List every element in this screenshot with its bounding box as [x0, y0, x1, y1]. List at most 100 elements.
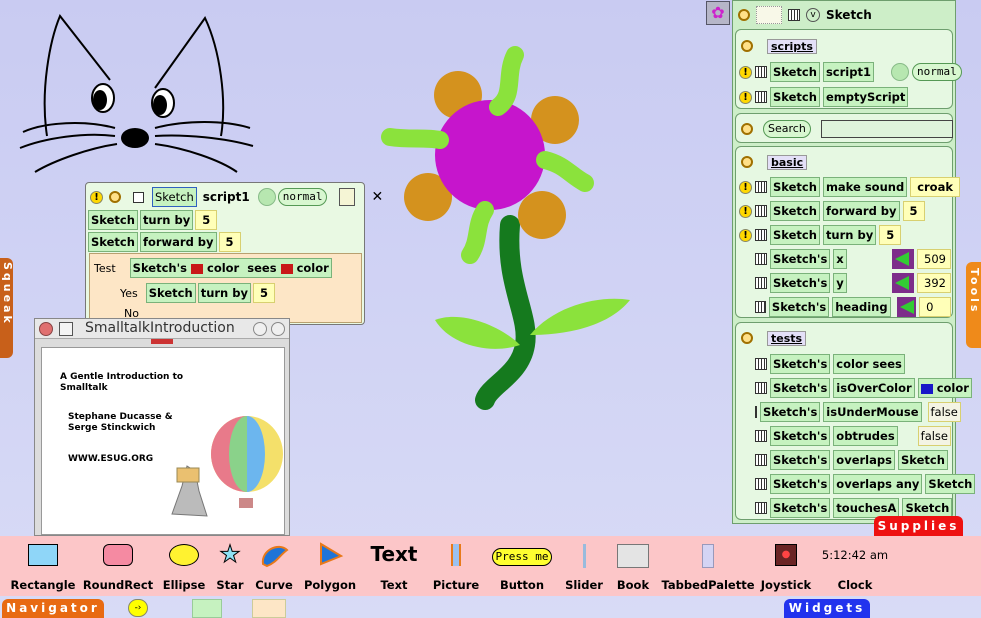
- tile-menu-icon[interactable]: [755, 358, 767, 370]
- run-once-button[interactable]: !: [90, 190, 103, 204]
- tile-menu-icon[interactable]: [755, 430, 767, 442]
- viewer-menu-icon[interactable]: [788, 9, 800, 21]
- checkbox[interactable]: [133, 191, 144, 203]
- arrow-button[interactable]: -›: [128, 599, 148, 617]
- viewer-script-mode[interactable]: normal: [911, 63, 962, 81]
- command-name[interactable]: turn by: [822, 225, 877, 245]
- supply-ellipse[interactable]: Ellipse: [163, 540, 205, 592]
- yes-value[interactable]: 5: [252, 283, 275, 303]
- property-value[interactable]: 0: [919, 297, 951, 317]
- tile-menu-icon[interactable]: [755, 229, 767, 241]
- flower-icon[interactable]: ✿: [706, 1, 730, 25]
- test-name[interactable]: color sees: [833, 354, 905, 374]
- supply-text[interactable]: Text Text: [368, 540, 420, 592]
- test-arg[interactable]: Sketch: [902, 498, 953, 518]
- test-object[interactable]: Sketch's: [770, 378, 831, 398]
- book-page[interactable]: A Gentle Introduction to Smalltalk Steph…: [41, 347, 285, 535]
- test-object[interactable]: Sketch's: [770, 474, 831, 494]
- basic-category[interactable]: basic ! Sketch make sound croak ! Sketch forw…: [735, 146, 960, 318]
- tools-flap[interactable]: Tools: [966, 262, 981, 348]
- yes-command[interactable]: turn by: [197, 283, 251, 303]
- script-owner-tile[interactable]: Sketch: [152, 187, 197, 207]
- test-arg[interactable]: Sketch: [925, 474, 976, 494]
- assign-arrow-icon[interactable]: [896, 297, 917, 317]
- viewer-script-name[interactable]: script1: [822, 62, 874, 82]
- test-name[interactable]: overlaps: [833, 450, 895, 470]
- beige-swatch[interactable]: [252, 599, 286, 618]
- command-object[interactable]: Sketch: [770, 225, 820, 245]
- clock-icon[interactable]: [890, 63, 909, 81]
- test-object[interactable]: Sketch's: [770, 450, 831, 470]
- book-menu-icon[interactable]: [59, 322, 73, 336]
- viewer-chevron-icon[interactable]: v: [806, 8, 820, 22]
- category-ring-icon[interactable]: [741, 156, 753, 168]
- test-name[interactable]: obtrudes: [833, 426, 898, 446]
- viewer-script-object[interactable]: Sketch: [770, 87, 820, 107]
- close-icon[interactable]: ✕: [371, 189, 383, 205]
- property-name[interactable]: y: [833, 273, 847, 293]
- supply-tabbedpalette[interactable]: TabbedPalette: [661, 540, 755, 592]
- book-window[interactable]: SmalltalkIntroduction A Gentle Introduct…: [34, 318, 290, 536]
- property-object[interactable]: Sketch's: [770, 249, 831, 269]
- property-value[interactable]: 509: [917, 249, 951, 269]
- tile-menu-icon[interactable]: [755, 253, 767, 265]
- script-run-button[interactable]: !: [739, 65, 752, 79]
- script-line-object[interactable]: Sketch: [88, 232, 138, 252]
- search-category[interactable]: Search: [735, 113, 953, 143]
- test-block[interactable]: Test Sketch's color sees color Yes Sketc…: [89, 253, 362, 323]
- tile-menu-icon[interactable]: [755, 181, 767, 193]
- tile-menu-icon[interactable]: [755, 454, 767, 466]
- command-run-button[interactable]: !: [739, 204, 752, 218]
- test-name[interactable]: isOverColor: [833, 378, 915, 398]
- test-object[interactable]: Sketch's: [770, 498, 831, 518]
- supply-clock[interactable]: 5:12:42 am Clock: [820, 540, 890, 592]
- tile-menu-icon[interactable]: [755, 301, 766, 313]
- supply-book[interactable]: Book: [617, 540, 649, 592]
- supplies-flap[interactable]: Supplies: [874, 516, 963, 536]
- test-arg[interactable]: Sketch: [897, 450, 948, 470]
- tile-menu-icon[interactable]: [755, 66, 767, 78]
- viewer-script-object[interactable]: Sketch: [770, 62, 820, 82]
- script-mode-pill[interactable]: normal: [277, 188, 328, 206]
- command-run-button[interactable]: !: [739, 180, 752, 194]
- widgets-flap[interactable]: Widgets: [784, 599, 870, 618]
- viewer-script-name[interactable]: emptyScript: [822, 87, 909, 107]
- supply-joystick[interactable]: ● Joystick: [761, 540, 811, 592]
- supply-roundrect[interactable]: RoundRect: [83, 540, 153, 592]
- script-line-value[interactable]: 5: [218, 232, 241, 252]
- supply-star[interactable]: ★ Star: [214, 540, 246, 593]
- cat-face-drawing[interactable]: [15, 10, 260, 180]
- test-condition[interactable]: Sketch's color sees color: [129, 258, 332, 278]
- color-swatch[interactable]: [280, 263, 293, 274]
- ticking-button[interactable]: [109, 191, 121, 203]
- test-name[interactable]: touchesA: [833, 498, 900, 518]
- supply-rectangle[interactable]: Rectangle: [11, 540, 75, 592]
- object-viewer[interactable]: v Sketch scripts ! Sketch script1 normal …: [732, 0, 976, 524]
- script-editor-window[interactable]: ! Sketch script1 normal ✕ Sketch turn by 5…: [85, 182, 383, 325]
- tests-category[interactable]: tests Sketch's color sees Sketch's isOverC…: [735, 322, 976, 520]
- test-object[interactable]: Sketch's: [770, 426, 831, 446]
- test-name[interactable]: isUnderMouse: [823, 402, 922, 422]
- book-collapse-icon[interactable]: [253, 322, 267, 336]
- test-color-arg[interactable]: color: [917, 378, 972, 398]
- tile-menu-icon[interactable]: [755, 91, 767, 103]
- category-ring-icon[interactable]: [741, 40, 753, 52]
- property-object[interactable]: Sketch's: [770, 273, 831, 293]
- script-run-button[interactable]: !: [739, 90, 752, 104]
- command-object[interactable]: Sketch: [770, 177, 820, 197]
- command-value[interactable]: 5: [879, 225, 902, 245]
- command-run-button[interactable]: !: [739, 228, 752, 242]
- basic-category-title[interactable]: basic: [767, 154, 808, 170]
- property-value[interactable]: 392: [917, 273, 951, 293]
- script-name[interactable]: script1: [203, 190, 250, 204]
- viewer-ticking-icon[interactable]: [738, 9, 750, 21]
- command-value[interactable]: 5: [902, 201, 925, 221]
- color-swatch[interactable]: [190, 263, 203, 274]
- script-line-value[interactable]: 5: [195, 210, 218, 230]
- script-menu-icon[interactable]: [339, 188, 356, 206]
- book-expand-icon[interactable]: [271, 322, 285, 336]
- test-name[interactable]: overlaps any: [833, 474, 923, 494]
- tile-menu-icon[interactable]: [755, 406, 757, 418]
- command-object[interactable]: Sketch: [770, 201, 820, 221]
- book-scroll-handle[interactable]: [151, 339, 173, 344]
